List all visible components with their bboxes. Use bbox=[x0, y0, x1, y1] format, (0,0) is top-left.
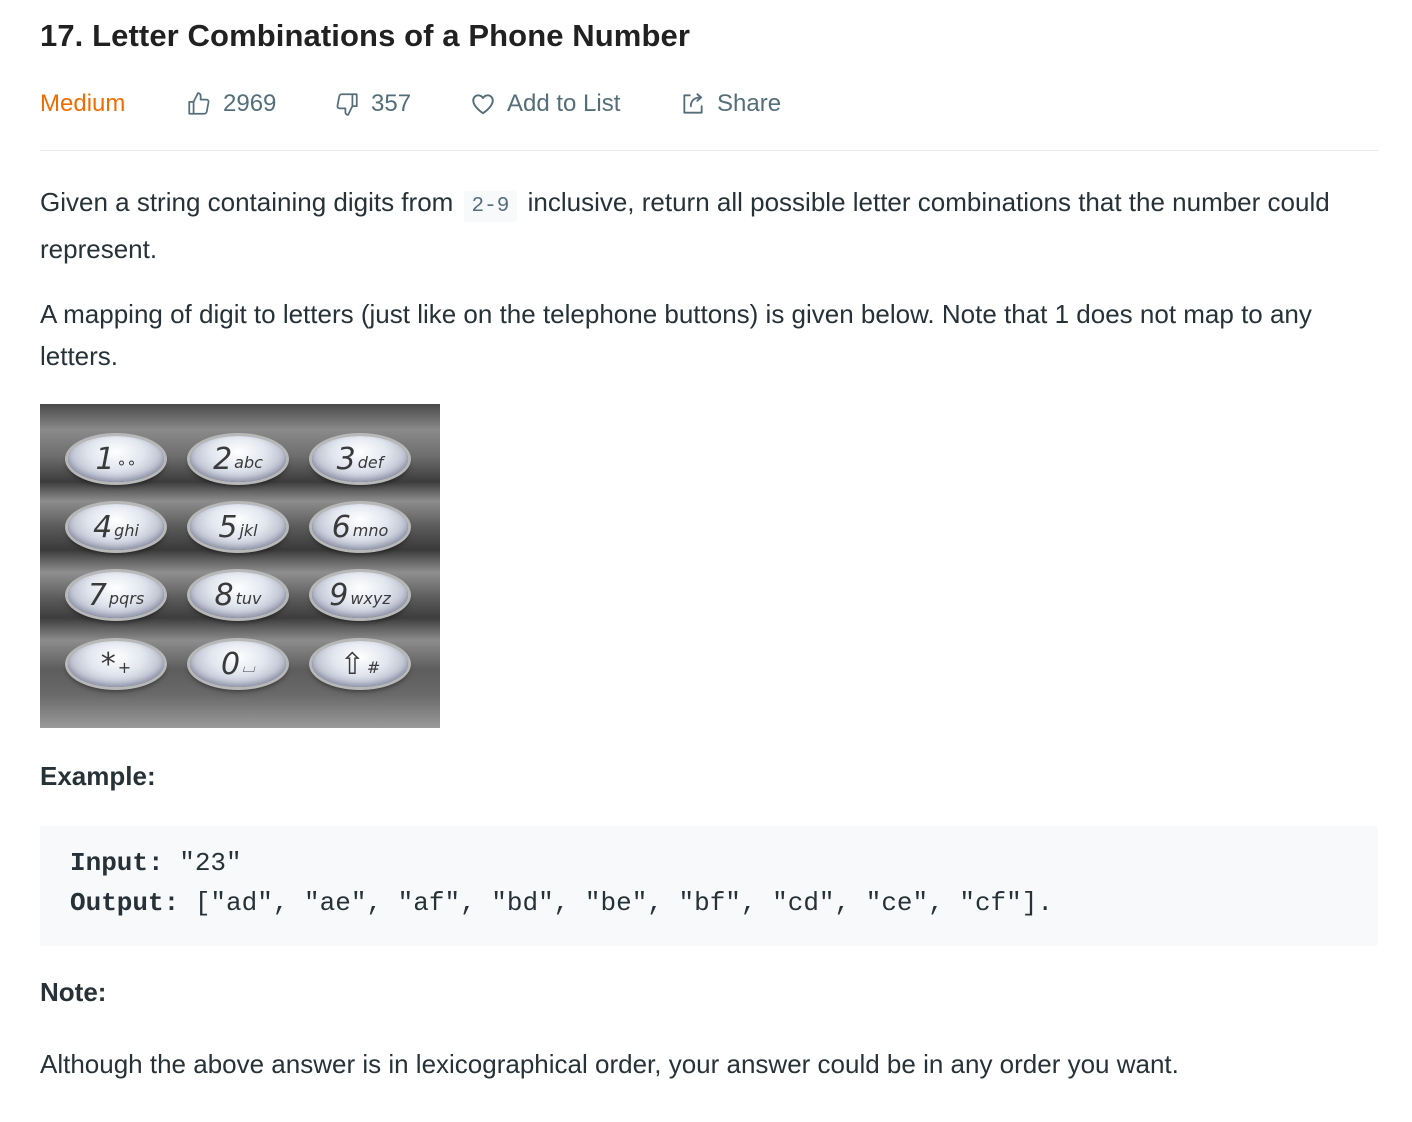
add-to-list-button[interactable]: Add to List bbox=[470, 90, 680, 118]
keypad-key: 2 abc bbox=[190, 436, 286, 482]
description-paragraph-2: A mapping of digit to letters (just like… bbox=[40, 299, 1312, 371]
keypad-key: 4 ghi bbox=[68, 504, 164, 550]
example-code-block: Input: "23" Output: ["ad", "ae", "af", "… bbox=[40, 826, 1378, 946]
dislike-button[interactable]: 357 bbox=[334, 90, 470, 118]
key-letters: ⌴ bbox=[242, 657, 255, 676]
note-heading: Note: bbox=[40, 977, 107, 1007]
key-letters: ∘∘ bbox=[116, 452, 137, 472]
key-digit: 9 bbox=[329, 577, 349, 613]
example-input-line: Input: "23" bbox=[70, 848, 242, 878]
digit-range-code: 2-9 bbox=[463, 191, 518, 222]
description-text: Given a string containing digits from bbox=[40, 187, 454, 217]
key-letters: wxyz bbox=[350, 588, 391, 608]
key-digit: 8 bbox=[214, 577, 234, 613]
keypad-key: * + bbox=[68, 641, 164, 687]
keypad-key: 7 pqrs bbox=[68, 572, 164, 618]
key-letters: mno bbox=[352, 520, 389, 540]
share-label: Share bbox=[717, 90, 782, 117]
keypad-key: 0 ⌴ bbox=[190, 641, 286, 687]
key-digit: 5 bbox=[218, 509, 238, 545]
like-count: 2969 bbox=[223, 90, 277, 117]
output-label: Output: bbox=[70, 888, 180, 918]
keypad-key: 5 jkl bbox=[190, 504, 286, 550]
key-digit: 6 bbox=[331, 509, 351, 545]
share-button[interactable]: Share bbox=[680, 90, 781, 118]
description-paragraph-1: Given a string containing digits from 2-… bbox=[40, 181, 1360, 270]
keypad-key: ⇧ # bbox=[312, 641, 408, 687]
key-digit: 1 bbox=[95, 441, 115, 477]
keypad-key: 9 wxyz bbox=[312, 572, 408, 618]
key-letters: abc bbox=[234, 452, 263, 472]
thumbs-up-icon bbox=[186, 91, 212, 117]
problem-page: 17. Letter Combinations of a Phone Numbe… bbox=[0, 0, 1412, 1122]
keypad-key: 3 def bbox=[312, 436, 408, 482]
key-letters: jkl bbox=[239, 520, 258, 540]
key-letters: + bbox=[117, 657, 132, 677]
key-letters: ghi bbox=[114, 520, 139, 540]
thumbs-down-icon bbox=[334, 91, 360, 117]
input-label: Input: bbox=[70, 848, 164, 878]
output-value: ["ad", "ae", "af", "bd", "be", "bf", "cd… bbox=[179, 888, 1053, 918]
difficulty-badge: Medium bbox=[40, 90, 126, 117]
telephone-keypad-image: 1 ∘∘ 2 abc 3 def 4 ghi 5 jkl 6 mno 7 pqrs 8 tuv 9 wxyz * +0… bbox=[40, 404, 440, 728]
problem-meta-bar: Medium 2969 357 Add to List Share bbox=[40, 86, 781, 122]
add-to-list-label: Add to List bbox=[507, 90, 621, 117]
dislike-count: 357 bbox=[371, 90, 412, 117]
keypad-key: 8 tuv bbox=[190, 572, 286, 618]
key-letters: tuv bbox=[235, 588, 262, 608]
key-letters: def bbox=[357, 452, 384, 472]
input-value: "23" bbox=[163, 848, 242, 878]
key-letters: # bbox=[366, 657, 381, 677]
key-digit: 7 bbox=[87, 577, 107, 613]
problem-title: 17. Letter Combinations of a Phone Numbe… bbox=[40, 18, 691, 53]
key-digit: 0 bbox=[221, 646, 241, 682]
key-digit: 2 bbox=[213, 441, 233, 477]
example-heading: Example: bbox=[40, 761, 156, 791]
keypad-key: 1 ∘∘ bbox=[68, 436, 164, 482]
heart-icon bbox=[470, 91, 496, 117]
share-icon bbox=[680, 91, 706, 117]
key-digit: 3 bbox=[336, 441, 356, 477]
keypad-key: 6 mno bbox=[312, 504, 408, 550]
example-output-line: Output: ["ad", "ae", "af", "bd", "be", "… bbox=[70, 888, 1053, 918]
key-digit: 4 bbox=[93, 509, 113, 545]
key-digit: * bbox=[100, 646, 116, 682]
divider bbox=[40, 150, 1378, 151]
note-text: Although the above answer is in lexicogr… bbox=[40, 1049, 1179, 1079]
key-digit: ⇧ bbox=[339, 646, 365, 682]
key-letters: pqrs bbox=[108, 588, 145, 608]
like-button[interactable]: 2969 bbox=[186, 90, 334, 118]
